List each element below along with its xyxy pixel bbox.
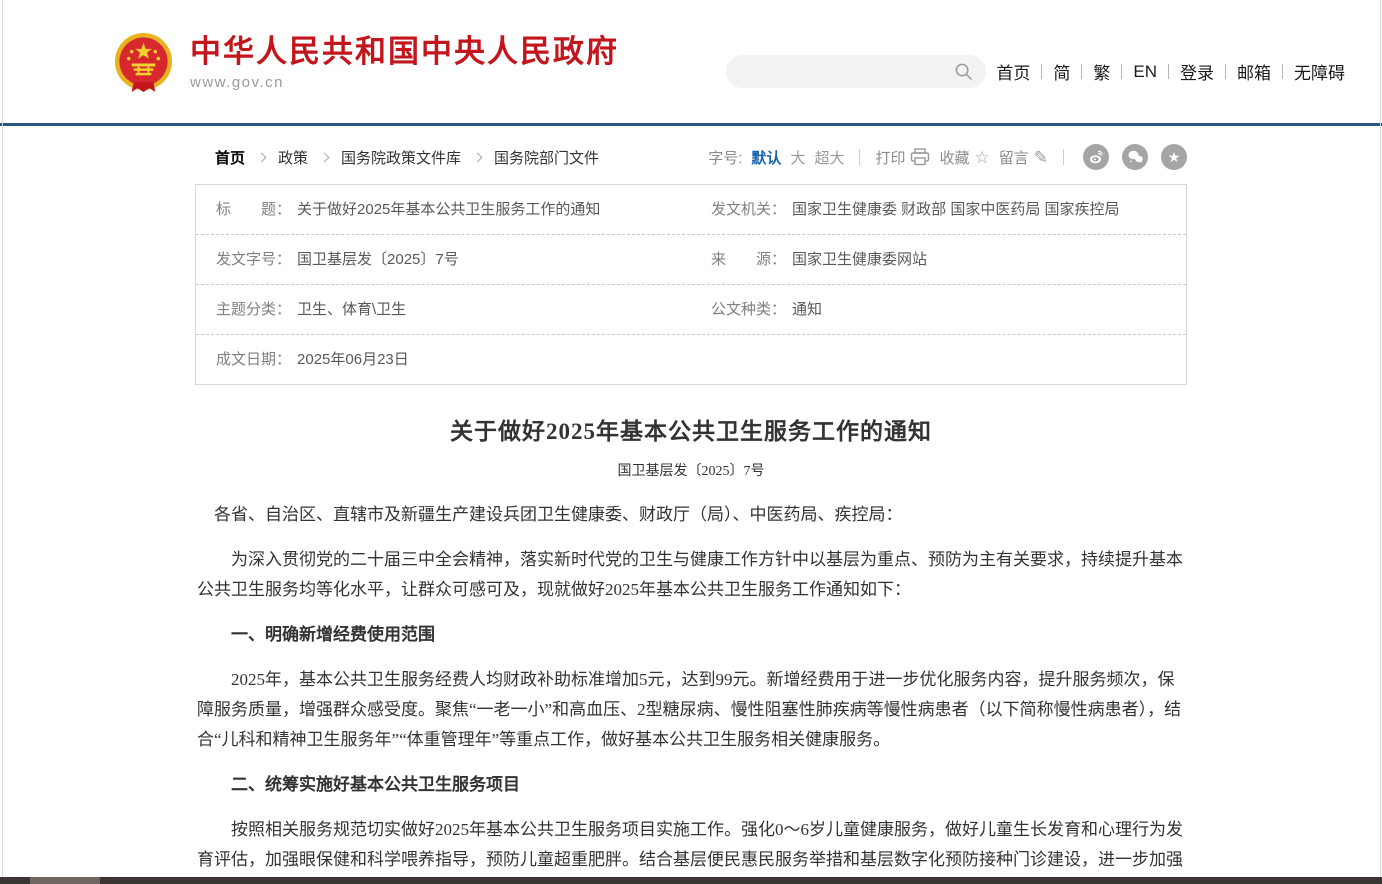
meta-cell-date: 成文日期： 2025年06月23日: [196, 335, 691, 384]
site-title: 中华人民共和国中央人民政府: [190, 35, 619, 69]
breadcrumb-department-docs[interactable]: 国务院部门文件: [494, 147, 599, 168]
nav-divider: [1168, 64, 1169, 79]
share-weibo-button[interactable]: [1083, 144, 1109, 170]
bottom-taskbar-segment: [30, 877, 100, 884]
font-size-large-button[interactable]: 大: [790, 147, 805, 168]
share-qzone-button[interactable]: ★: [1161, 144, 1187, 170]
breadcrumb-policy[interactable]: 政策: [278, 147, 308, 168]
font-size-xlarge-button[interactable]: 超大: [814, 147, 844, 168]
comment-label: 留言: [999, 147, 1029, 168]
meta-cell-topic-category: 主题分类： 卫生、体育\卫生: [196, 285, 691, 334]
search-icon[interactable]: [954, 62, 973, 81]
meta-row-number-source: 发文字号： 国卫基层发〔2025〕7号 来 源： 国家卫生健康委网站: [196, 235, 1186, 285]
weibo-icon: [1088, 149, 1104, 165]
wechat-icon: [1127, 149, 1144, 165]
meta-cell-source: 来 源： 国家卫生健康委网站: [691, 235, 1186, 284]
share-wechat-button[interactable]: [1122, 144, 1148, 170]
site-url: www.gov.cn: [190, 74, 619, 91]
meta-row-date: 成文日期： 2025年06月23日: [196, 335, 1186, 384]
toolbar-divider: [1063, 149, 1064, 165]
nav-divider: [1081, 64, 1082, 79]
toolbar-divider: [859, 149, 860, 165]
nav-divider: [1121, 64, 1122, 79]
search-box[interactable]: [726, 55, 986, 88]
meta-row-title-agency: 标 题： 关于做好2025年基本公共卫生服务工作的通知 发文机关： 国家卫生健康…: [196, 185, 1186, 235]
nav-accessibility[interactable]: 无障碍: [1294, 59, 1345, 84]
star-icon: ★: [1168, 150, 1181, 164]
meta-cell-empty: [691, 335, 1186, 384]
meta-label: 发文字号：: [216, 250, 291, 269]
site-logo[interactable]: 中华人民共和国中央人民政府 www.gov.cn: [112, 31, 619, 94]
meta-value: 2025年06月23日: [297, 350, 409, 369]
breadcrumb-policy-library[interactable]: 国务院政策文件库: [341, 147, 461, 168]
font-size-label: 字号:: [708, 147, 742, 168]
article-paragraph: 2025年，基本公共卫生服务经费人均财政补助标准增加5元，达到99元。新增经费用…: [197, 665, 1185, 755]
meta-value: 国家卫生健康委网站: [792, 250, 927, 269]
nav-traditional[interactable]: 繁: [1093, 59, 1110, 84]
nav-simplified[interactable]: 简: [1053, 59, 1070, 84]
star-outline-icon: ☆: [974, 149, 989, 166]
top-nav: 首页 简 繁 EN 登录 邮箱 无障碍: [996, 59, 1345, 84]
window-left-edge: [2, 0, 3, 884]
meta-value: 卫生、体育\卫生: [297, 300, 406, 319]
breadcrumb-home[interactable]: 首页: [215, 147, 245, 168]
chevron-right-icon: [320, 153, 330, 163]
article-paragraph: 按照相关服务规范切实做好2025年基本公共卫生服务项目实施工作。强化0～6岁儿童…: [197, 815, 1185, 884]
meta-value: 通知: [792, 300, 822, 319]
pencil-icon: ✎: [1034, 149, 1048, 166]
comment-button[interactable]: 留言 ✎: [999, 147, 1048, 168]
meta-value: 国卫基层发〔2025〕7号: [297, 250, 459, 269]
meta-cell-issuing-agency: 发文机关： 国家卫生健康委 财政部 国家中医药局 国家疾控局: [691, 185, 1186, 234]
article-salutation: 各省、自治区、直辖市及新疆生产建设兵团卫生健康委、财政厅（局）、中医药局、疾控局…: [197, 500, 1185, 530]
print-label: 打印: [875, 147, 905, 168]
window-right-edge: [1380, 0, 1381, 884]
site-header: 中华人民共和国中央人民政府 www.gov.cn 首页 简 繁 EN 登录 邮箱…: [0, 0, 1382, 126]
meta-cell-title: 标 题： 关于做好2025年基本公共卫生服务工作的通知: [196, 185, 691, 234]
article-paragraph: 为深入贯彻党的二十届三中全会精神，落实新时代党的卫生与健康工作方针中以基层为重点…: [197, 545, 1185, 605]
chevron-right-icon: [473, 153, 483, 163]
printer-icon: [910, 148, 930, 166]
meta-cell-doc-number: 发文字号： 国卫基层发〔2025〕7号: [196, 235, 691, 284]
meta-label: 来 源：: [711, 250, 786, 269]
meta-value: 国家卫生健康委 财政部 国家中医药局 国家疾控局: [792, 200, 1120, 219]
breadcrumb-toolbar-row: 首页 政策 国务院政策文件库 国务院部门文件 字号: 默认 大 超大 打印: [195, 142, 1187, 172]
meta-label: 公文种类：: [711, 300, 786, 319]
article-doc-number: 国卫基层发〔2025〕7号: [195, 460, 1187, 480]
article-section-heading-2: 二、统筹实施好基本公共卫生服务项目: [197, 770, 1185, 800]
nav-divider: [1225, 64, 1226, 79]
favorite-button[interactable]: 收藏 ☆: [939, 147, 989, 168]
document-article: 关于做好2025年基本公共卫生服务工作的通知 国卫基层发〔2025〕7号 各省、…: [195, 412, 1187, 884]
meta-value: 关于做好2025年基本公共卫生服务工作的通知: [297, 200, 600, 219]
chevron-right-icon: [257, 153, 267, 163]
site-logo-text: 中华人民共和国中央人民政府 www.gov.cn: [190, 35, 619, 91]
page-toolbar: 字号: 默认 大 超大 打印 收藏 ☆ 留言 ✎: [708, 144, 1187, 170]
font-size-default-button[interactable]: 默认: [751, 147, 781, 168]
meta-label: 标 题：: [216, 200, 291, 219]
article-title: 关于做好2025年基本公共卫生服务工作的通知: [195, 412, 1187, 446]
search-input[interactable]: [726, 55, 986, 88]
meta-cell-doc-type: 公文种类： 通知: [691, 285, 1186, 334]
nav-home[interactable]: 首页: [996, 59, 1030, 84]
meta-label: 成文日期：: [216, 350, 291, 369]
meta-label: 主题分类：: [216, 300, 291, 319]
meta-label: 发文机关：: [711, 200, 786, 219]
nav-mailbox[interactable]: 邮箱: [1237, 59, 1271, 84]
national-emblem-icon: [112, 31, 175, 94]
nav-divider: [1041, 64, 1042, 79]
favorite-label: 收藏: [939, 147, 969, 168]
meta-row-category-type: 主题分类： 卫生、体育\卫生 公文种类： 通知: [196, 285, 1186, 335]
bottom-taskbar-edge: [0, 877, 1382, 884]
breadcrumb: 首页 政策 国务院政策文件库 国务院部门文件: [195, 147, 599, 168]
article-section-heading-1: 一、明确新增经费使用范围: [197, 620, 1185, 650]
document-meta-table: 标 题： 关于做好2025年基本公共卫生服务工作的通知 发文机关： 国家卫生健康…: [195, 184, 1187, 385]
nav-english[interactable]: EN: [1133, 62, 1157, 82]
nav-login[interactable]: 登录: [1180, 59, 1214, 84]
article-body: 各省、自治区、直辖市及新疆生产建设兵团卫生健康委、财政厅（局）、中医药局、疾控局…: [195, 500, 1187, 884]
print-button[interactable]: 打印: [875, 147, 930, 168]
main-content: 首页 政策 国务院政策文件库 国务院部门文件 字号: 默认 大 超大 打印: [195, 142, 1187, 884]
nav-divider: [1282, 64, 1283, 79]
